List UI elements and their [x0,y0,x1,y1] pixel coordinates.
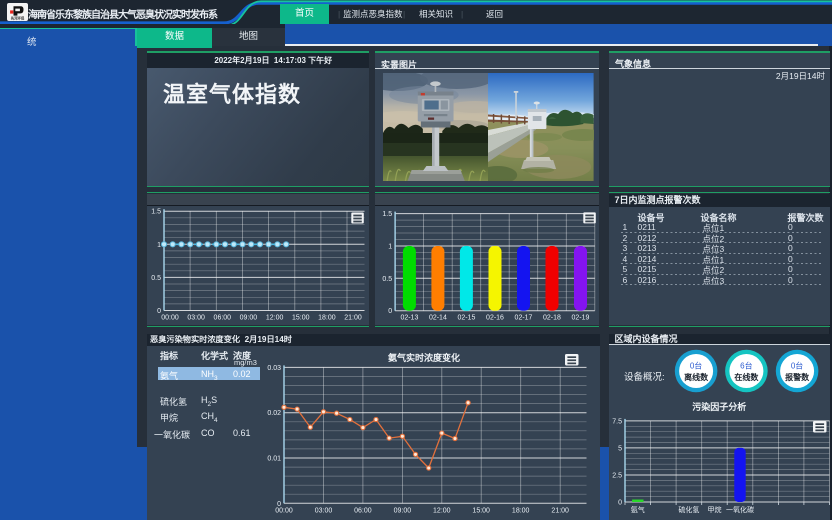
svg-text:7.5: 7.5 [612,418,622,425]
svg-text:氨气: 氨气 [630,505,644,514]
svg-text:06:00: 06:00 [354,507,372,514]
svg-text:氨气实时浓度变化: 氨气实时浓度变化 [388,352,460,363]
svg-text:02-15: 02-15 [457,314,475,321]
svg-text:21:00: 21:00 [344,314,362,321]
svg-text:报警数: 报警数 [785,372,810,382]
svg-text:在线数: 在线数 [734,372,759,382]
svg-text:15:00: 15:00 [472,507,490,514]
svg-text:09:00: 09:00 [240,314,258,321]
svg-text:2.5: 2.5 [612,473,622,480]
svg-text:一氧化碳: 一氧化碳 [726,505,754,514]
svg-text:18:00: 18:00 [318,314,336,321]
svg-text:02-13: 02-13 [400,314,418,321]
svg-text:0.5: 0.5 [382,276,392,283]
svg-text:02-17: 02-17 [514,314,532,321]
svg-text:02-18: 02-18 [543,314,561,321]
svg-text:0台: 0台 [790,361,802,371]
svg-text:02-19: 02-19 [571,314,589,321]
svg-text:6台: 6台 [740,361,752,371]
svg-text:1: 1 [157,242,161,249]
svg-text:0.5: 0.5 [151,275,161,282]
svg-text:甲烷: 甲烷 [707,505,721,514]
svg-text:0: 0 [388,308,392,315]
svg-text:12:00: 12:00 [266,314,284,321]
svg-text:00:00: 00:00 [275,507,293,514]
svg-text:09:00: 09:00 [394,507,412,514]
svg-text:0.01: 0.01 [267,456,281,463]
svg-text:1: 1 [388,243,392,250]
svg-text:06:00: 06:00 [214,314,232,321]
svg-text:02-14: 02-14 [429,314,447,321]
svg-text:0.02: 0.02 [267,410,281,417]
svg-text:先河环保: 先河环保 [10,16,25,21]
svg-text:1.5: 1.5 [382,211,392,218]
svg-text:03:00: 03:00 [315,507,333,514]
svg-text:02-16: 02-16 [486,314,504,321]
svg-text:21:00: 21:00 [551,507,569,514]
svg-text:12:00: 12:00 [433,507,451,514]
svg-text:03:00: 03:00 [187,314,205,321]
svg-text:00:00: 00:00 [161,314,179,321]
svg-text:18:00: 18:00 [512,507,530,514]
svg-text:0.03: 0.03 [267,365,281,372]
svg-text:15:00: 15:00 [292,314,310,321]
svg-text:硫化氢: 硫化氢 [678,505,699,514]
svg-text:0台: 0台 [689,361,701,371]
svg-text:1.5: 1.5 [151,208,161,215]
svg-text:0: 0 [618,500,622,507]
svg-text:5: 5 [618,445,622,452]
svg-text:离线数: 离线数 [684,372,709,382]
